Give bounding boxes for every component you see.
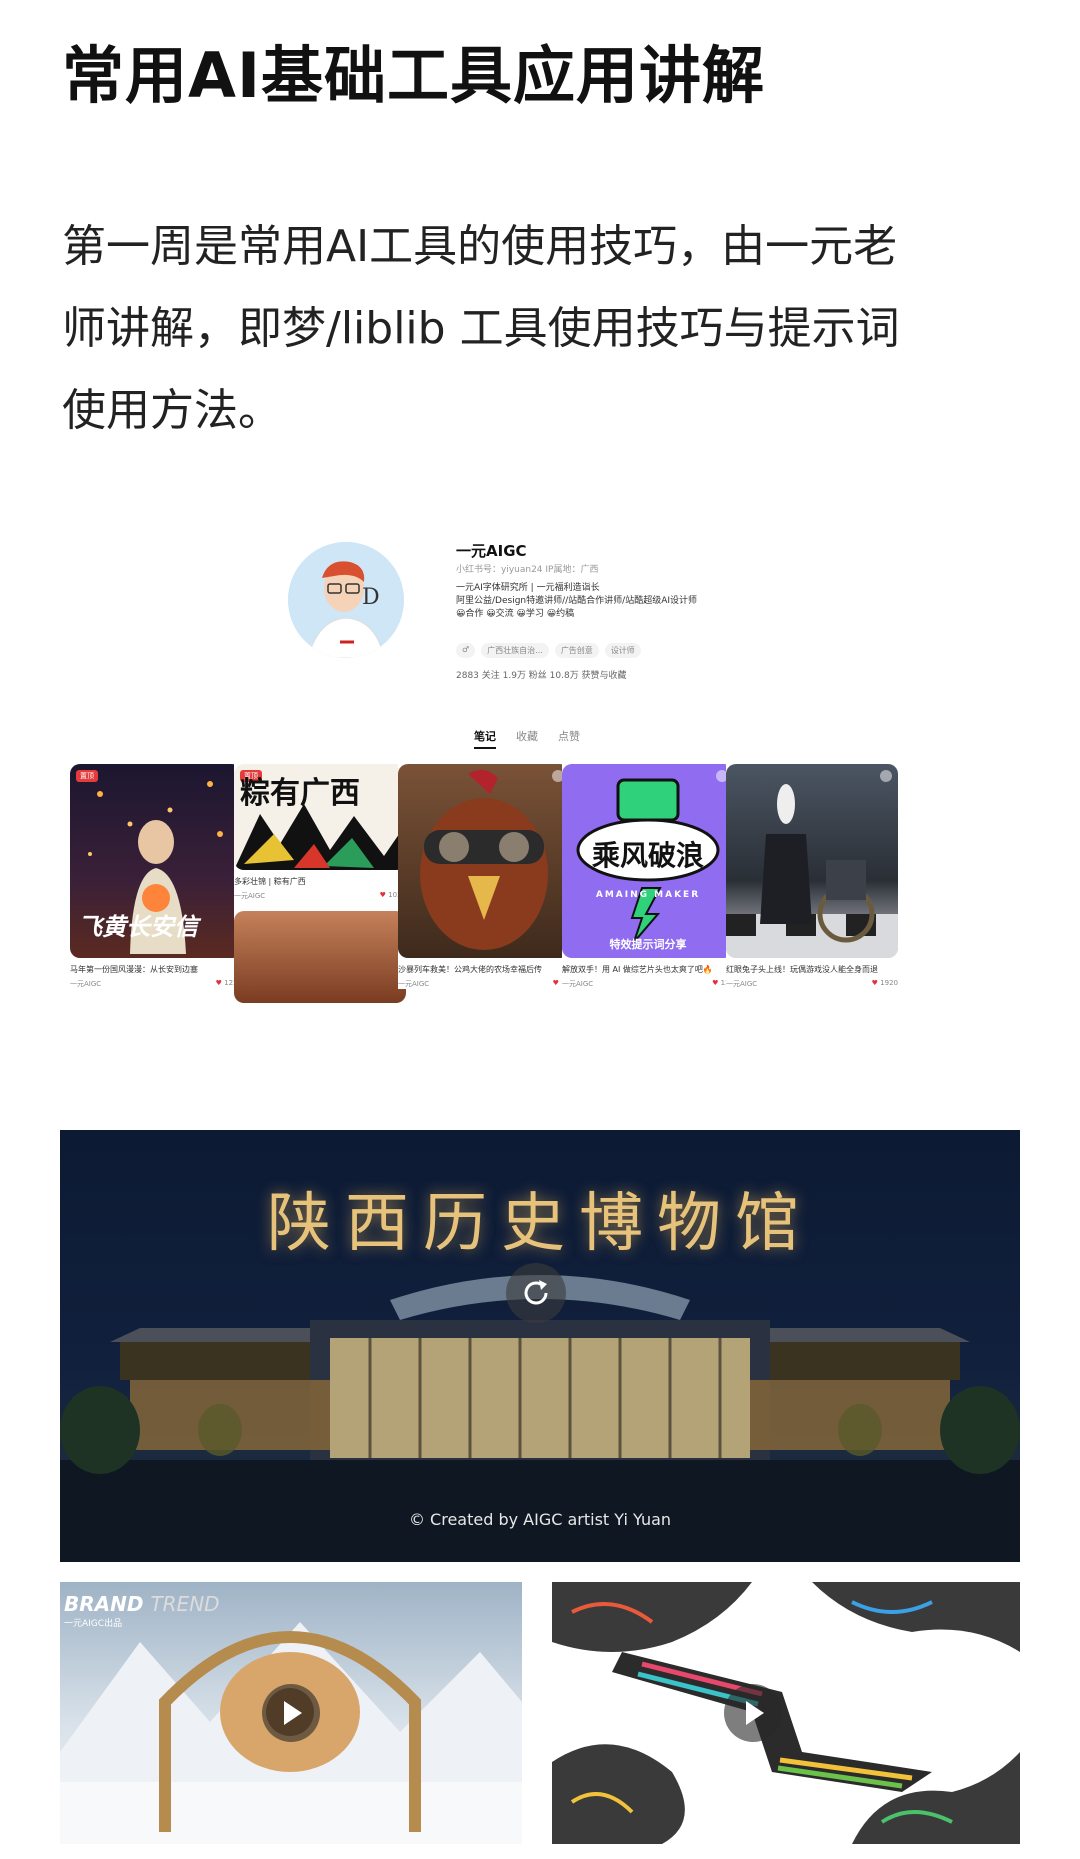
art-text: 乘风破浪 bbox=[591, 839, 704, 872]
pinned-badge: 置顶 bbox=[76, 770, 98, 782]
note-image: 乘风破浪 AMAING MAKER 特效提示词分享 bbox=[562, 764, 734, 958]
intro-line: 师讲解，即梦/liblib 工具使用技巧与提示词 bbox=[62, 303, 900, 354]
heart-icon: ♥ bbox=[712, 979, 719, 987]
museum-credit: © Created by AIGC artist Yi Yuan bbox=[408, 1510, 672, 1529]
note-card[interactable]: 红眼兔子头上线！玩偶游戏没人能全身而退 一元AIGC ♥ 1920 bbox=[726, 764, 898, 989]
note-image bbox=[398, 764, 570, 958]
museum-video[interactable]: 陕西历史博物馆 © Created by AIGC artist Yi Yuan bbox=[60, 1130, 1020, 1562]
note-caption: 红眼兔子头上线！玩偶游戏没人能全身而退 bbox=[726, 965, 878, 974]
reload-button[interactable] bbox=[506, 1263, 566, 1323]
profile-stats: 2883 关注 1.9万 粉丝 10.8万 获赞与收藏 bbox=[456, 671, 627, 681]
profile-name: 一元AIGC bbox=[456, 542, 527, 560]
note-caption: 解放双手！用 AI 做综艺片头也太爽了吧🔥 bbox=[562, 965, 713, 974]
play-button[interactable] bbox=[724, 1684, 782, 1742]
article-title: 常用AI基础工具应用讲解 bbox=[62, 39, 766, 112]
desc-line: 😀合作 😀交流 😀学习 😀约稿 bbox=[456, 609, 575, 619]
profile-tag: 设计师 bbox=[604, 643, 641, 658]
tab-notes[interactable]: 笔记 bbox=[474, 728, 496, 749]
art-subtext: 特效提示词分享 bbox=[609, 938, 687, 951]
svg-text:D: D bbox=[362, 585, 380, 610]
profile-tags: ♂ 广西壮族自治... 广告创意 设计师 bbox=[456, 643, 641, 658]
note-author: 一元AIGC bbox=[562, 980, 594, 988]
video-indicator-icon bbox=[880, 770, 892, 782]
note-caption: 马年第一份国风漫漫：从长安到边塞 bbox=[70, 965, 198, 974]
profile-meta: 小红书号：yiyuan24 IP属地：广西 bbox=[456, 565, 599, 575]
avatar[interactable]: D bbox=[288, 542, 404, 658]
note-caption: 沙暴列车救美！公鸡大佬的农场幸福后传 bbox=[398, 965, 542, 974]
heart-icon: ♥ bbox=[552, 979, 559, 987]
intro-line: 使用方法。 bbox=[62, 385, 282, 436]
art-text: 飞黄长安信 bbox=[78, 912, 198, 941]
brand-trend-video[interactable]: BRAND TREND 一元AIGC出品 bbox=[60, 1582, 522, 1844]
profile-tabs: 笔记 收藏 点赞 bbox=[474, 728, 580, 749]
note-author: 一元AIGC bbox=[70, 980, 102, 988]
brand-logo: BRAND TREND bbox=[64, 1592, 220, 1616]
profile-description: 一元AI字体研究所 | 一元福利造诣长 阿里公益/Design特邀讲师//站酷合… bbox=[456, 582, 716, 621]
note-image: 置顶 飞黄长安信 bbox=[70, 764, 242, 958]
note-author: 一元AIGC bbox=[398, 980, 430, 988]
article-intro: 第一周是常用AI工具的使用技巧，由一元老 师讲解，即梦/liblib 工具使用技… bbox=[62, 206, 1022, 452]
note-card[interactable]: 沙暴列车救美！公鸡大佬的农场幸福后传 一元AIGC♥ 17 bbox=[398, 764, 570, 989]
note-card[interactable]: 乘风破浪 AMAING MAKER 特效提示词分享 解放双手！用 AI 做综艺片… bbox=[562, 764, 734, 989]
tab-collections[interactable]: 收藏 bbox=[516, 728, 538, 749]
art-ring-text: AMAING MAKER bbox=[595, 890, 701, 900]
heart-icon: ♥ bbox=[871, 979, 878, 987]
pattern-video[interactable] bbox=[552, 1582, 1020, 1844]
note-author: 一元AIGC bbox=[726, 980, 758, 988]
heart-icon: ♥ bbox=[215, 979, 222, 987]
profile-tag: ♂ bbox=[456, 643, 476, 658]
desc-line: 一元AI字体研究所 | 一元福利造诣长 bbox=[456, 583, 600, 593]
note-card[interactable]: 置顶 飞黄长安信 马年第一份国风漫漫：从长安到边塞 一元AIGC♥ 1228 bbox=[70, 764, 242, 989]
tab-likes[interactable]: 点赞 bbox=[558, 728, 580, 749]
reload-icon bbox=[524, 1280, 548, 1305]
profile-tag: 广告创意 bbox=[554, 643, 599, 658]
museum-title: 陕西历史博物馆 bbox=[267, 1187, 813, 1261]
note-author: 一元AIGC bbox=[234, 892, 266, 900]
like-count: ♥ 1920 bbox=[871, 979, 898, 987]
note-image: 置顶 粽有广西 bbox=[234, 764, 406, 870]
note-image bbox=[726, 764, 898, 958]
desc-line: 阿里公益/Design特邀讲师//站酷合作讲师/站酷超级AI设计师 bbox=[456, 596, 698, 606]
note-caption: 多彩壮锦 | 粽有广西 bbox=[234, 877, 306, 886]
intro-line: 第一周是常用AI工具的使用技巧，由一元老 bbox=[62, 221, 898, 272]
note-image bbox=[234, 911, 406, 1003]
profile-screenshot: D 一元AIGC 小红书号：yiyuan24 IP属地：广西 一元AI字体研究所… bbox=[60, 520, 1020, 1080]
art-text: 粽有广西 bbox=[240, 776, 360, 811]
note-card[interactable]: 置顶 粽有广西 多彩壮锦 | 粽有广西 一元AIGC♥ 1028 bbox=[234, 764, 406, 1003]
play-button[interactable] bbox=[262, 1684, 320, 1742]
profile-tag: 广西壮族自治... bbox=[481, 643, 549, 658]
brand-subtitle: 一元AIGC出品 bbox=[64, 1619, 123, 1629]
heart-icon: ♥ bbox=[379, 891, 386, 899]
